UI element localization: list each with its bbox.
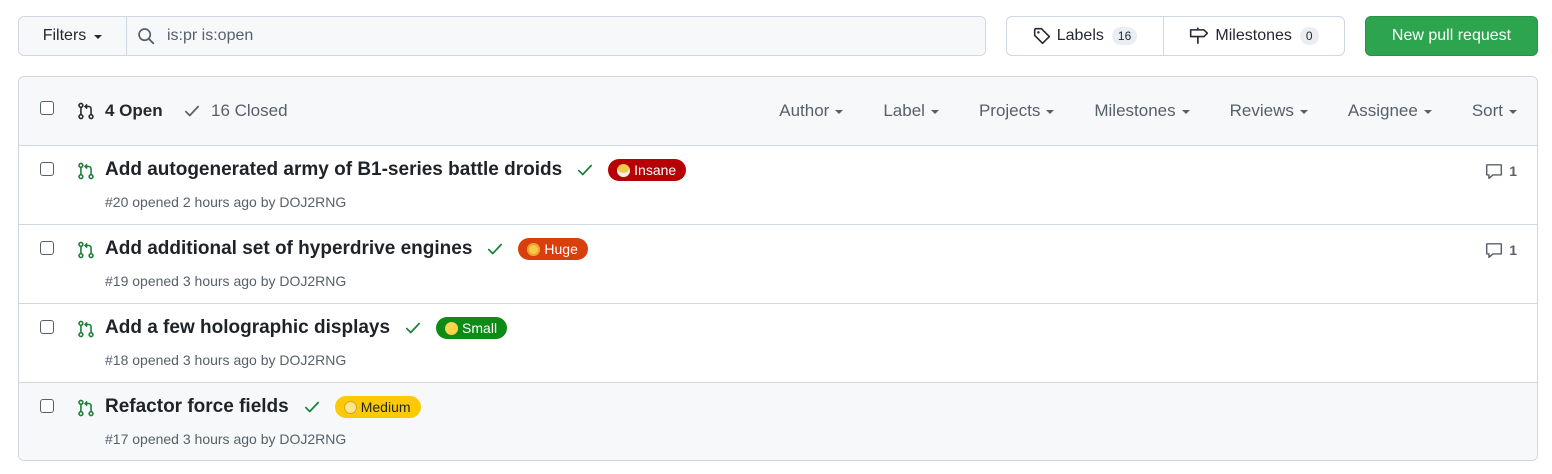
open-filter[interactable]: 4 Open	[77, 101, 163, 121]
labels-milestones-group: Labels 16 Milestones 0	[1006, 16, 1345, 56]
chevron-down-icon	[835, 110, 844, 114]
label-text: Small	[462, 320, 498, 336]
label-badge[interactable]: Small	[436, 317, 508, 339]
new-pull-request-label: New pull request	[1391, 27, 1512, 44]
pr-title-line: Add a few holographic displays Small	[105, 317, 508, 339]
label-badge[interactable]: Huge	[518, 238, 588, 260]
git-pull-request-icon	[78, 241, 94, 259]
label-filter-label: Label	[883, 101, 925, 120]
row-checkbox[interactable]	[40, 399, 54, 413]
chevron-down-icon	[1509, 110, 1517, 114]
pull-request-row: Add autogenerated army of B1-series batt…	[19, 146, 1537, 225]
row-checkbox[interactable]	[40, 162, 54, 176]
labels-count: 16	[1111, 27, 1138, 45]
check-icon	[184, 105, 200, 117]
astonished-face-emoji-icon	[527, 242, 541, 256]
label-filter[interactable]: Label	[883, 101, 939, 121]
projects-filter-label: Projects	[978, 101, 1041, 120]
filters-label: Filters	[42, 27, 87, 44]
search-box	[127, 17, 985, 55]
yum-face-emoji-icon	[445, 321, 459, 335]
git-pull-request-icon	[78, 399, 94, 417]
pr-title-line: Add additional set of hyperdrive engines…	[105, 238, 588, 260]
milestones-count: 0	[1299, 27, 1319, 45]
label-badge[interactable]: Medium	[334, 396, 421, 418]
closed-filter[interactable]: 16 Closed	[183, 101, 288, 121]
select-all-checkbox[interactable]	[40, 101, 54, 115]
header-filter-menu: Author Label Projects Milestones Reviews…	[779, 101, 1517, 121]
milestones-button[interactable]: Milestones 0	[1164, 17, 1344, 55]
issues-toolbar: Filters Labels 16 Mileston	[18, 16, 1538, 56]
pr-title-line: Refactor force fields Medium	[105, 396, 421, 418]
pr-meta: #19 opened 3 hours ago by DOJ2RNG	[105, 273, 347, 289]
sort-filter-label: Sort	[1471, 101, 1503, 120]
search-icon	[138, 28, 155, 45]
author-filter[interactable]: Author	[779, 101, 844, 121]
pr-title-link[interactable]: Add additional set of hyperdrive engines	[105, 238, 472, 260]
comments-link[interactable]: 1	[1485, 241, 1517, 259]
filters-dropdown-button[interactable]: Filters	[19, 17, 127, 55]
new-pull-request-button[interactable]: New pull request	[1365, 16, 1538, 56]
row-checkbox[interactable]	[40, 241, 54, 255]
pr-title-link[interactable]: Add autogenerated army of B1-series batt…	[105, 159, 562, 181]
comments-count: 1	[1509, 163, 1517, 179]
git-pull-request-icon	[78, 102, 94, 120]
chevron-down-icon	[1181, 110, 1190, 114]
pr-title-link[interactable]: Refactor force fields	[105, 396, 289, 418]
exploding-head-emoji-icon	[617, 163, 631, 177]
comments-link[interactable]: 1	[1485, 162, 1517, 180]
label-badge[interactable]: Insane	[608, 159, 687, 181]
pr-title-line: Add autogenerated army of B1-series batt…	[105, 159, 687, 181]
chevron-down-icon	[94, 35, 103, 39]
check-status-icon[interactable]	[303, 398, 321, 416]
milestones-label: Milestones	[1215, 27, 1292, 44]
reviews-filter-label: Reviews	[1229, 101, 1294, 120]
chevron-down-icon	[1046, 110, 1055, 114]
row-checkbox[interactable]	[40, 320, 54, 334]
projects-filter[interactable]: Projects	[978, 101, 1055, 121]
pr-meta: #18 opened 3 hours ago by DOJ2RNG	[105, 352, 347, 368]
label-text: Huge	[544, 241, 578, 257]
milestones-filter-label: Milestones	[1094, 101, 1176, 120]
git-pull-request-icon	[78, 320, 94, 338]
assignee-filter[interactable]: Assignee	[1348, 101, 1432, 121]
assignee-filter-label: Assignee	[1347, 101, 1418, 120]
check-status-icon[interactable]	[486, 240, 504, 258]
pr-meta: #20 opened 2 hours ago by DOJ2RNG	[105, 194, 347, 210]
pull-request-list: 4 Open 16 Closed Author Label Projects M…	[18, 76, 1538, 461]
chevron-down-icon	[1423, 110, 1432, 114]
pr-meta: #17 opened 3 hours ago by DOJ2RNG	[105, 431, 347, 447]
filter-search-group: Filters	[18, 16, 986, 56]
author-filter-label: Author	[779, 101, 830, 120]
milestones-filter[interactable]: Milestones	[1094, 101, 1190, 121]
label-text: Insane	[634, 162, 677, 178]
list-header: 4 Open 16 Closed Author Label Projects M…	[19, 77, 1537, 146]
label-text: Medium	[360, 399, 411, 415]
git-pull-request-icon	[78, 162, 94, 180]
slightly-smiling-face-emoji-icon	[343, 400, 357, 414]
labels-label: Labels	[1056, 27, 1104, 44]
open-count-label: 4 Open	[105, 101, 163, 120]
comment-icon	[1486, 164, 1503, 180]
milestone-icon	[1190, 27, 1209, 44]
labels-button[interactable]: Labels 16	[1007, 17, 1164, 55]
comment-icon	[1486, 243, 1503, 259]
tag-icon	[1033, 27, 1050, 45]
pull-request-row: Add a few holographic displays Small #18…	[19, 304, 1537, 383]
pull-request-row: Refactor force fields Medium #17 opened …	[19, 383, 1537, 460]
chevron-down-icon	[930, 110, 939, 114]
check-status-icon[interactable]	[404, 319, 422, 337]
reviews-filter[interactable]: Reviews	[1230, 101, 1308, 121]
search-input[interactable]	[167, 27, 867, 45]
pr-title-link[interactable]: Add a few holographic displays	[105, 317, 390, 339]
check-status-icon[interactable]	[576, 161, 594, 179]
pull-request-row: Add additional set of hyperdrive engines…	[19, 225, 1537, 304]
closed-count-label: 16 Closed	[211, 101, 288, 120]
sort-filter[interactable]: Sort	[1472, 101, 1517, 121]
chevron-down-icon	[1299, 110, 1308, 114]
comments-count: 1	[1509, 242, 1517, 258]
